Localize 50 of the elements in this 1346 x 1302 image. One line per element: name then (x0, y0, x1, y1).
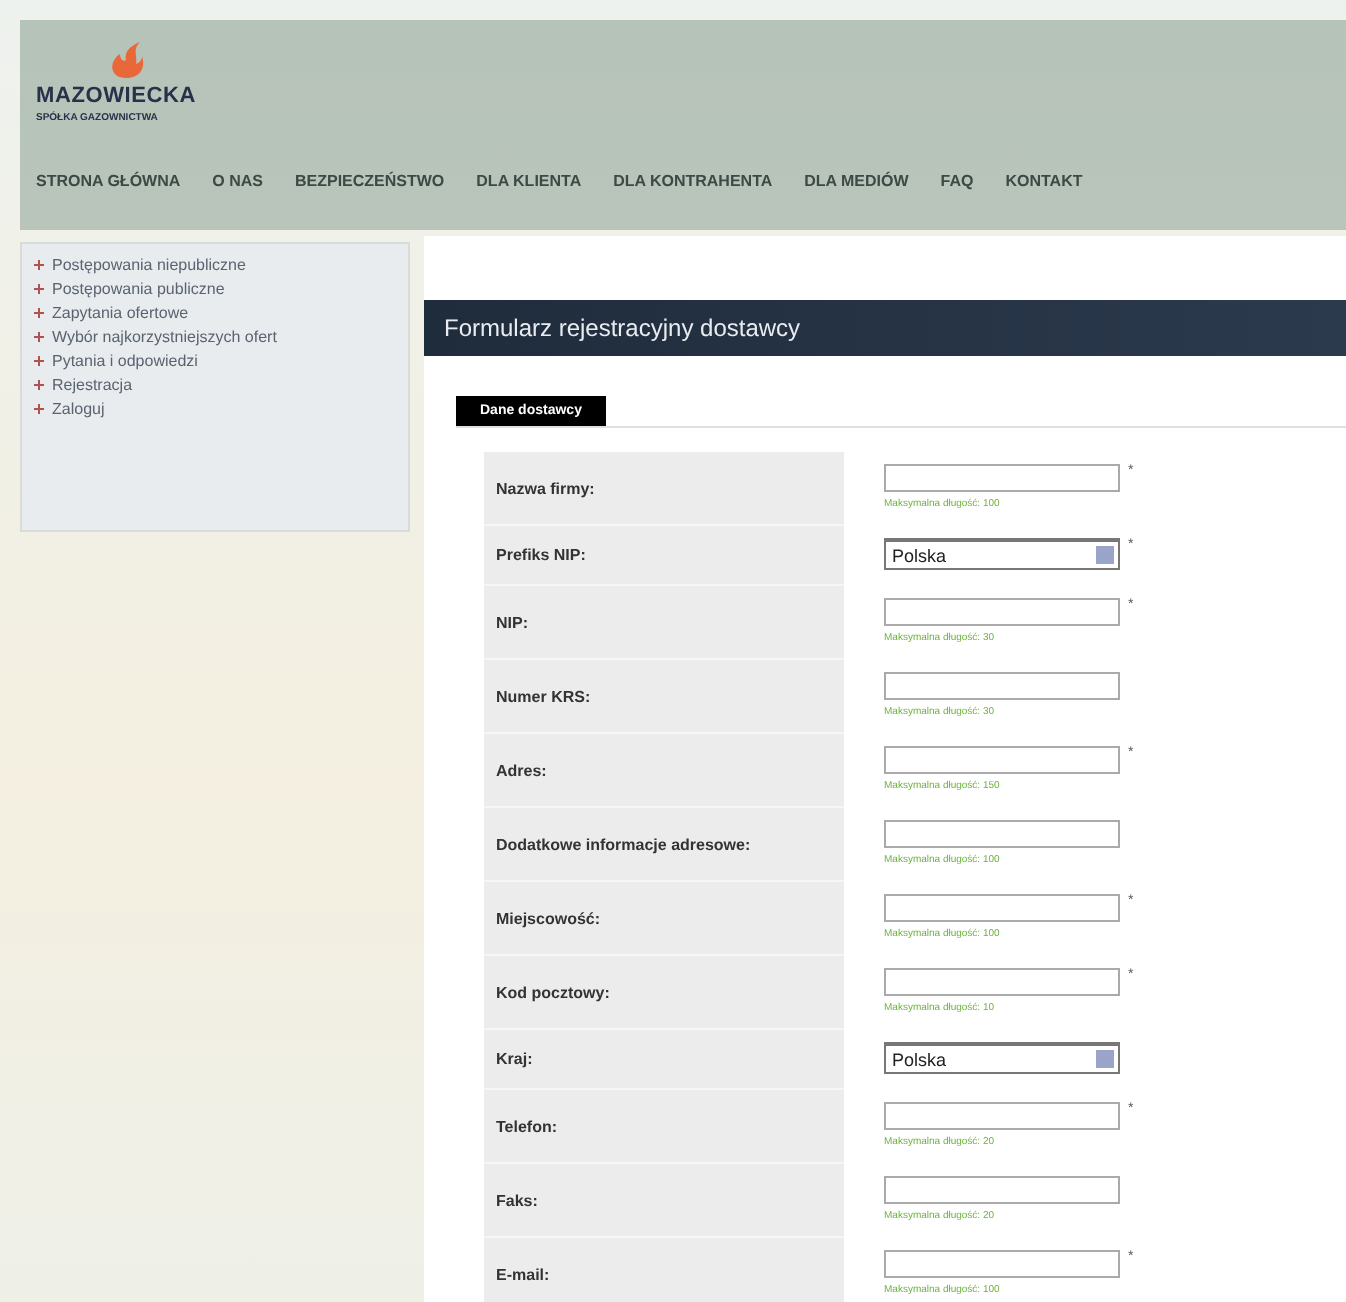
sidebar-link[interactable]: Rejestracja (34, 376, 396, 394)
country-select[interactable]: Polska (884, 538, 1120, 570)
field-label: Faks: (484, 1164, 844, 1238)
sidebar-link[interactable]: Zapytania ofertowe (34, 304, 396, 322)
field-label: Prefiks NIP: (484, 526, 844, 586)
nav-link[interactable]: STRONA GŁÓWNA (36, 172, 181, 190)
plus-icon (34, 404, 44, 414)
plus-icon (34, 260, 44, 270)
text-field[interactable] (884, 968, 1120, 996)
field-label: Kod pocztowy: (484, 956, 844, 1030)
field-label: Numer KRS: (484, 660, 844, 734)
nav-link[interactable]: O NAS (212, 172, 263, 190)
dropdown-icon (1096, 546, 1114, 564)
field-label: Adres: (484, 734, 844, 808)
plus-icon (34, 284, 44, 294)
text-field[interactable] (884, 1102, 1120, 1130)
sidebar-link[interactable]: Pytania i odpowiedzi (34, 352, 396, 370)
nav-link[interactable]: DLA MEDIÓW (804, 172, 909, 190)
nav-link[interactable]: BEZPIECZEŃSTWO (294, 172, 445, 190)
dropdown-icon (1096, 1050, 1114, 1068)
form-title: Formularz rejestracyjny dostawcy (424, 300, 1346, 356)
plus-icon (34, 308, 44, 318)
sidebar-link[interactable]: Zaloguj (34, 400, 396, 418)
field-label: Telefon: (484, 1090, 844, 1164)
text-field[interactable] (884, 464, 1120, 492)
field-label: Nazwa firmy: (484, 452, 844, 526)
nav-link[interactable]: FAQ (940, 172, 974, 190)
text-field[interactable] (884, 746, 1120, 774)
field-label: Kraj: (484, 1030, 844, 1090)
field-label: Miejscowość: (484, 882, 844, 956)
text-field[interactable] (884, 598, 1120, 626)
text-field[interactable] (884, 894, 1120, 922)
nav-link[interactable]: DLA KONTRAHENTA (613, 172, 773, 190)
field-label: NIP: (484, 586, 844, 660)
plus-icon (34, 356, 44, 366)
field-label: E-mail: (484, 1238, 844, 1302)
plus-icon (34, 380, 44, 390)
field-label: Dodatkowe informacje adresowe: (484, 808, 844, 882)
sidebar-link[interactable]: Wybór najkorzystniejszych ofert (34, 328, 396, 346)
nav-link[interactable]: DLA KLIENTA (476, 172, 582, 190)
text-field[interactable] (884, 820, 1120, 848)
text-field[interactable] (884, 1250, 1120, 1278)
sidebar-link[interactable]: Postępowania publiczne (34, 280, 396, 298)
logo-name: MAZOWIECKA (36, 84, 196, 108)
text-field[interactable] (884, 1176, 1120, 1204)
country-select[interactable]: Polska (884, 1042, 1120, 1074)
plus-icon (34, 332, 44, 342)
text-field[interactable] (884, 672, 1120, 700)
nav-link[interactable]: KONTAKT (1005, 172, 1083, 190)
sidebar-link[interactable]: Postępowania niepubliczne (34, 256, 396, 274)
